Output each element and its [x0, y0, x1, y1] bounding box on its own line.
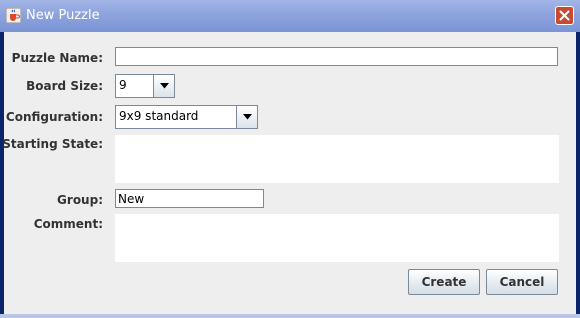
window-bottom-edge	[0, 314, 580, 318]
starting-state-label: Starting State:	[2, 137, 103, 151]
board-size-value: 9	[119, 78, 127, 92]
board-size-label: Board Size:	[26, 79, 103, 93]
configuration-select[interactable]: 9x9 standard	[115, 105, 258, 129]
configuration-label: Configuration:	[5, 110, 103, 124]
puzzle-name-label: Puzzle Name:	[11, 51, 103, 65]
configuration-value: 9x9 standard	[119, 109, 199, 123]
puzzle-name-input[interactable]	[115, 47, 558, 66]
comment-textarea[interactable]	[115, 214, 559, 262]
java-cup-icon	[6, 8, 21, 23]
chevron-down-icon	[242, 114, 252, 120]
board-size-dropdown-button[interactable]	[153, 75, 174, 97]
chevron-down-icon	[159, 83, 169, 89]
create-button[interactable]: Create	[408, 269, 480, 295]
cancel-button[interactable]: Cancel	[486, 269, 558, 295]
configuration-dropdown-button[interactable]	[236, 106, 257, 128]
close-icon	[559, 10, 570, 21]
title-bar[interactable]: New Puzzle	[0, 0, 580, 32]
group-label: Group:	[57, 193, 103, 207]
new-puzzle-dialog: New Puzzle Puzzle Name: Board Size: 9 Co…	[0, 0, 580, 318]
starting-state-textarea[interactable]	[115, 135, 559, 183]
dialog-content: Puzzle Name: Board Size: 9 Configuration…	[2, 32, 576, 314]
group-input[interactable]: New	[115, 189, 264, 208]
window-title: New Puzzle	[26, 8, 100, 23]
board-size-select[interactable]: 9	[115, 74, 175, 98]
comment-label: Comment:	[33, 217, 103, 231]
close-button[interactable]	[555, 6, 574, 25]
